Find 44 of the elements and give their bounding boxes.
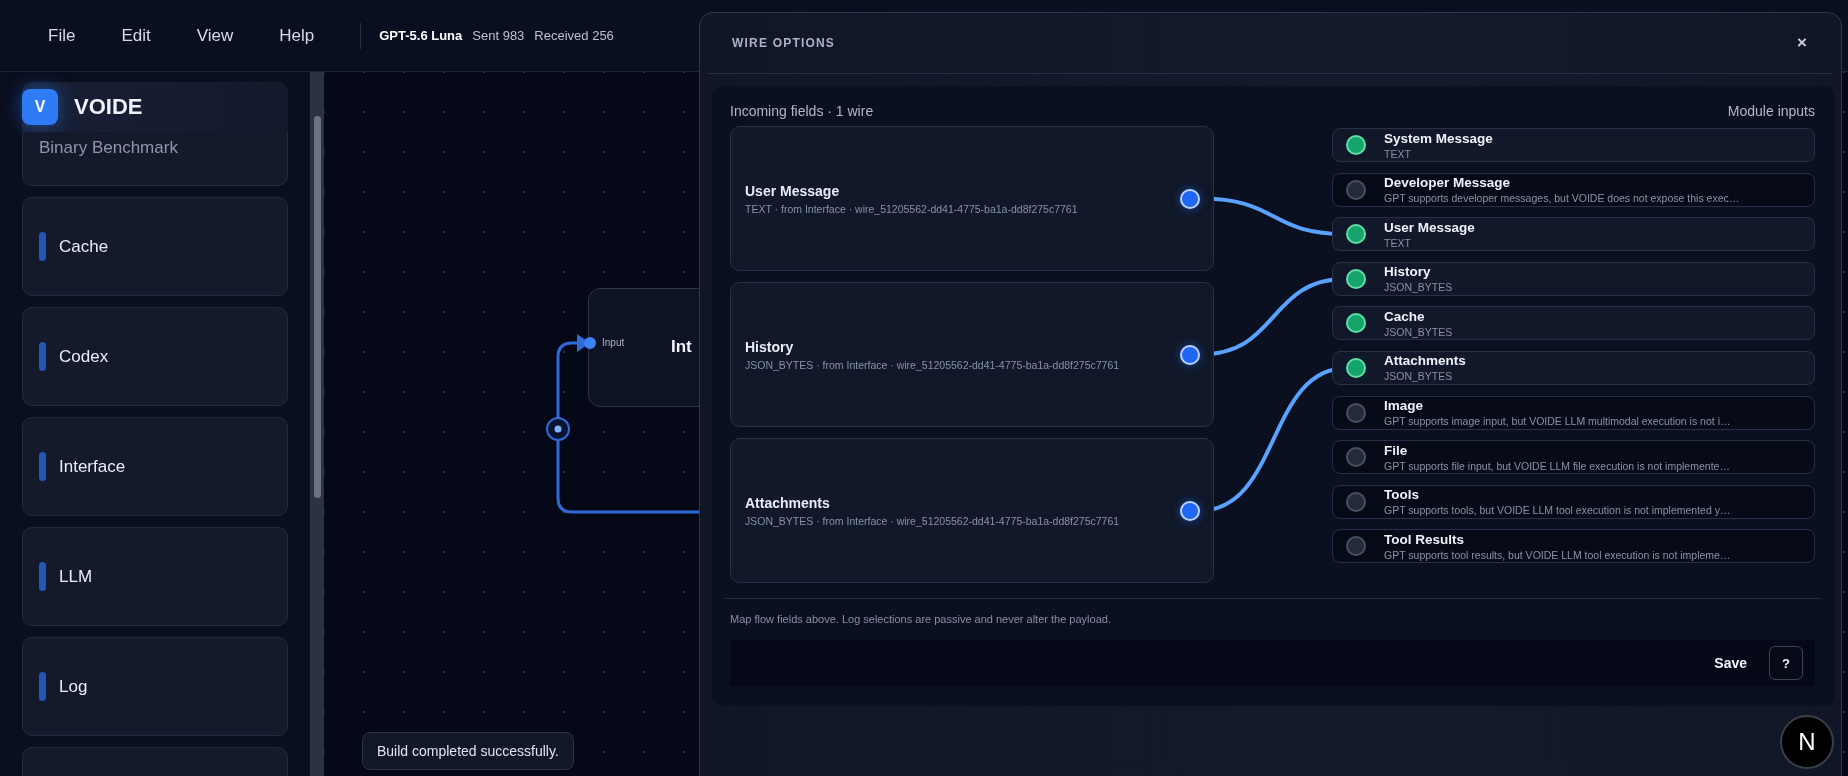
input-name: Cache bbox=[1384, 308, 1426, 324]
input-detail: GPT supports file input, but VOIDE LLM file execution is not implemente… bbox=[1384, 459, 1730, 472]
field-detail: TEXT · from Interface · wire_51205562-dd41-4775-ba1a-dd8f275c7761 bbox=[745, 202, 1078, 215]
footer-note: Map flow fields above. Log selections are passive and never alter the payload. bbox=[730, 613, 1112, 625]
port-label: Input bbox=[602, 337, 625, 348]
inputs-heading: Module inputs bbox=[1727, 103, 1815, 119]
field-name: User Message bbox=[745, 182, 841, 199]
input-detail: GPT supports developer messages, but VOIDE does not expose this exec… bbox=[1384, 192, 1740, 205]
module-label: Binary Benchmark bbox=[39, 138, 178, 158]
field-detail: JSON_BYTES · from Interface · wire_51205562-dd41-4775-ba1a-dd8f275c7761 bbox=[745, 514, 1120, 527]
module-label: LLM bbox=[59, 566, 93, 587]
input-name: Developer Message bbox=[1384, 175, 1512, 191]
module-label: Log bbox=[59, 676, 88, 697]
dialog-title: WIRE OPTIONS bbox=[732, 36, 836, 50]
input-detail: JSON_BYTES bbox=[1384, 281, 1453, 294]
input-name: History bbox=[1384, 264, 1432, 280]
model-name: GPT-5.6 Luna bbox=[379, 28, 463, 43]
input-name: Tool Results bbox=[1384, 531, 1465, 547]
input-detail: GPT supports tool results, but VOIDE LLM tool execution is not impleme… bbox=[1384, 548, 1731, 561]
sent-count: Sent 983 bbox=[472, 28, 525, 43]
input-name: Attachments bbox=[1384, 353, 1466, 369]
received-count: Received 256 bbox=[534, 28, 614, 43]
input-name: Image bbox=[1384, 398, 1425, 414]
toast-message: Build completed successfully. bbox=[362, 732, 574, 770]
input-detail: JSON_BYTES bbox=[1384, 370, 1454, 383]
input-name: File bbox=[1384, 442, 1409, 458]
input-name: Tools bbox=[1384, 487, 1420, 503]
field-detail: JSON_BYTES · from Interface · wire_51205562-dd41-4775-ba1a-dd8f275c7761 bbox=[745, 358, 1120, 371]
brand-name: VOIDE bbox=[74, 94, 143, 120]
field-name: Attachments bbox=[745, 494, 831, 511]
incoming-heading: Incoming fields · 1 wire bbox=[730, 103, 874, 119]
input-detail: GPT supports tools, but VOIDE LLM tool execution is not implemented y… bbox=[1384, 504, 1731, 517]
field-name: History bbox=[745, 338, 795, 355]
logo-badge: V bbox=[22, 89, 58, 125]
input-detail: TEXT bbox=[1384, 147, 1412, 160]
module-label: Codex bbox=[59, 346, 109, 367]
input-name: User Message bbox=[1384, 219, 1475, 235]
input-detail: TEXT bbox=[1384, 236, 1412, 249]
input-name: System Message bbox=[1384, 130, 1493, 146]
module-label: Interface bbox=[59, 456, 126, 477]
node-title: Int bbox=[671, 337, 692, 357]
input-detail: JSON_BYTES bbox=[1384, 325, 1453, 338]
module-label: Cache bbox=[59, 236, 109, 257]
input-detail: GPT supports image input, but VOIDE LLM multimodal execution is not i… bbox=[1384, 415, 1731, 428]
